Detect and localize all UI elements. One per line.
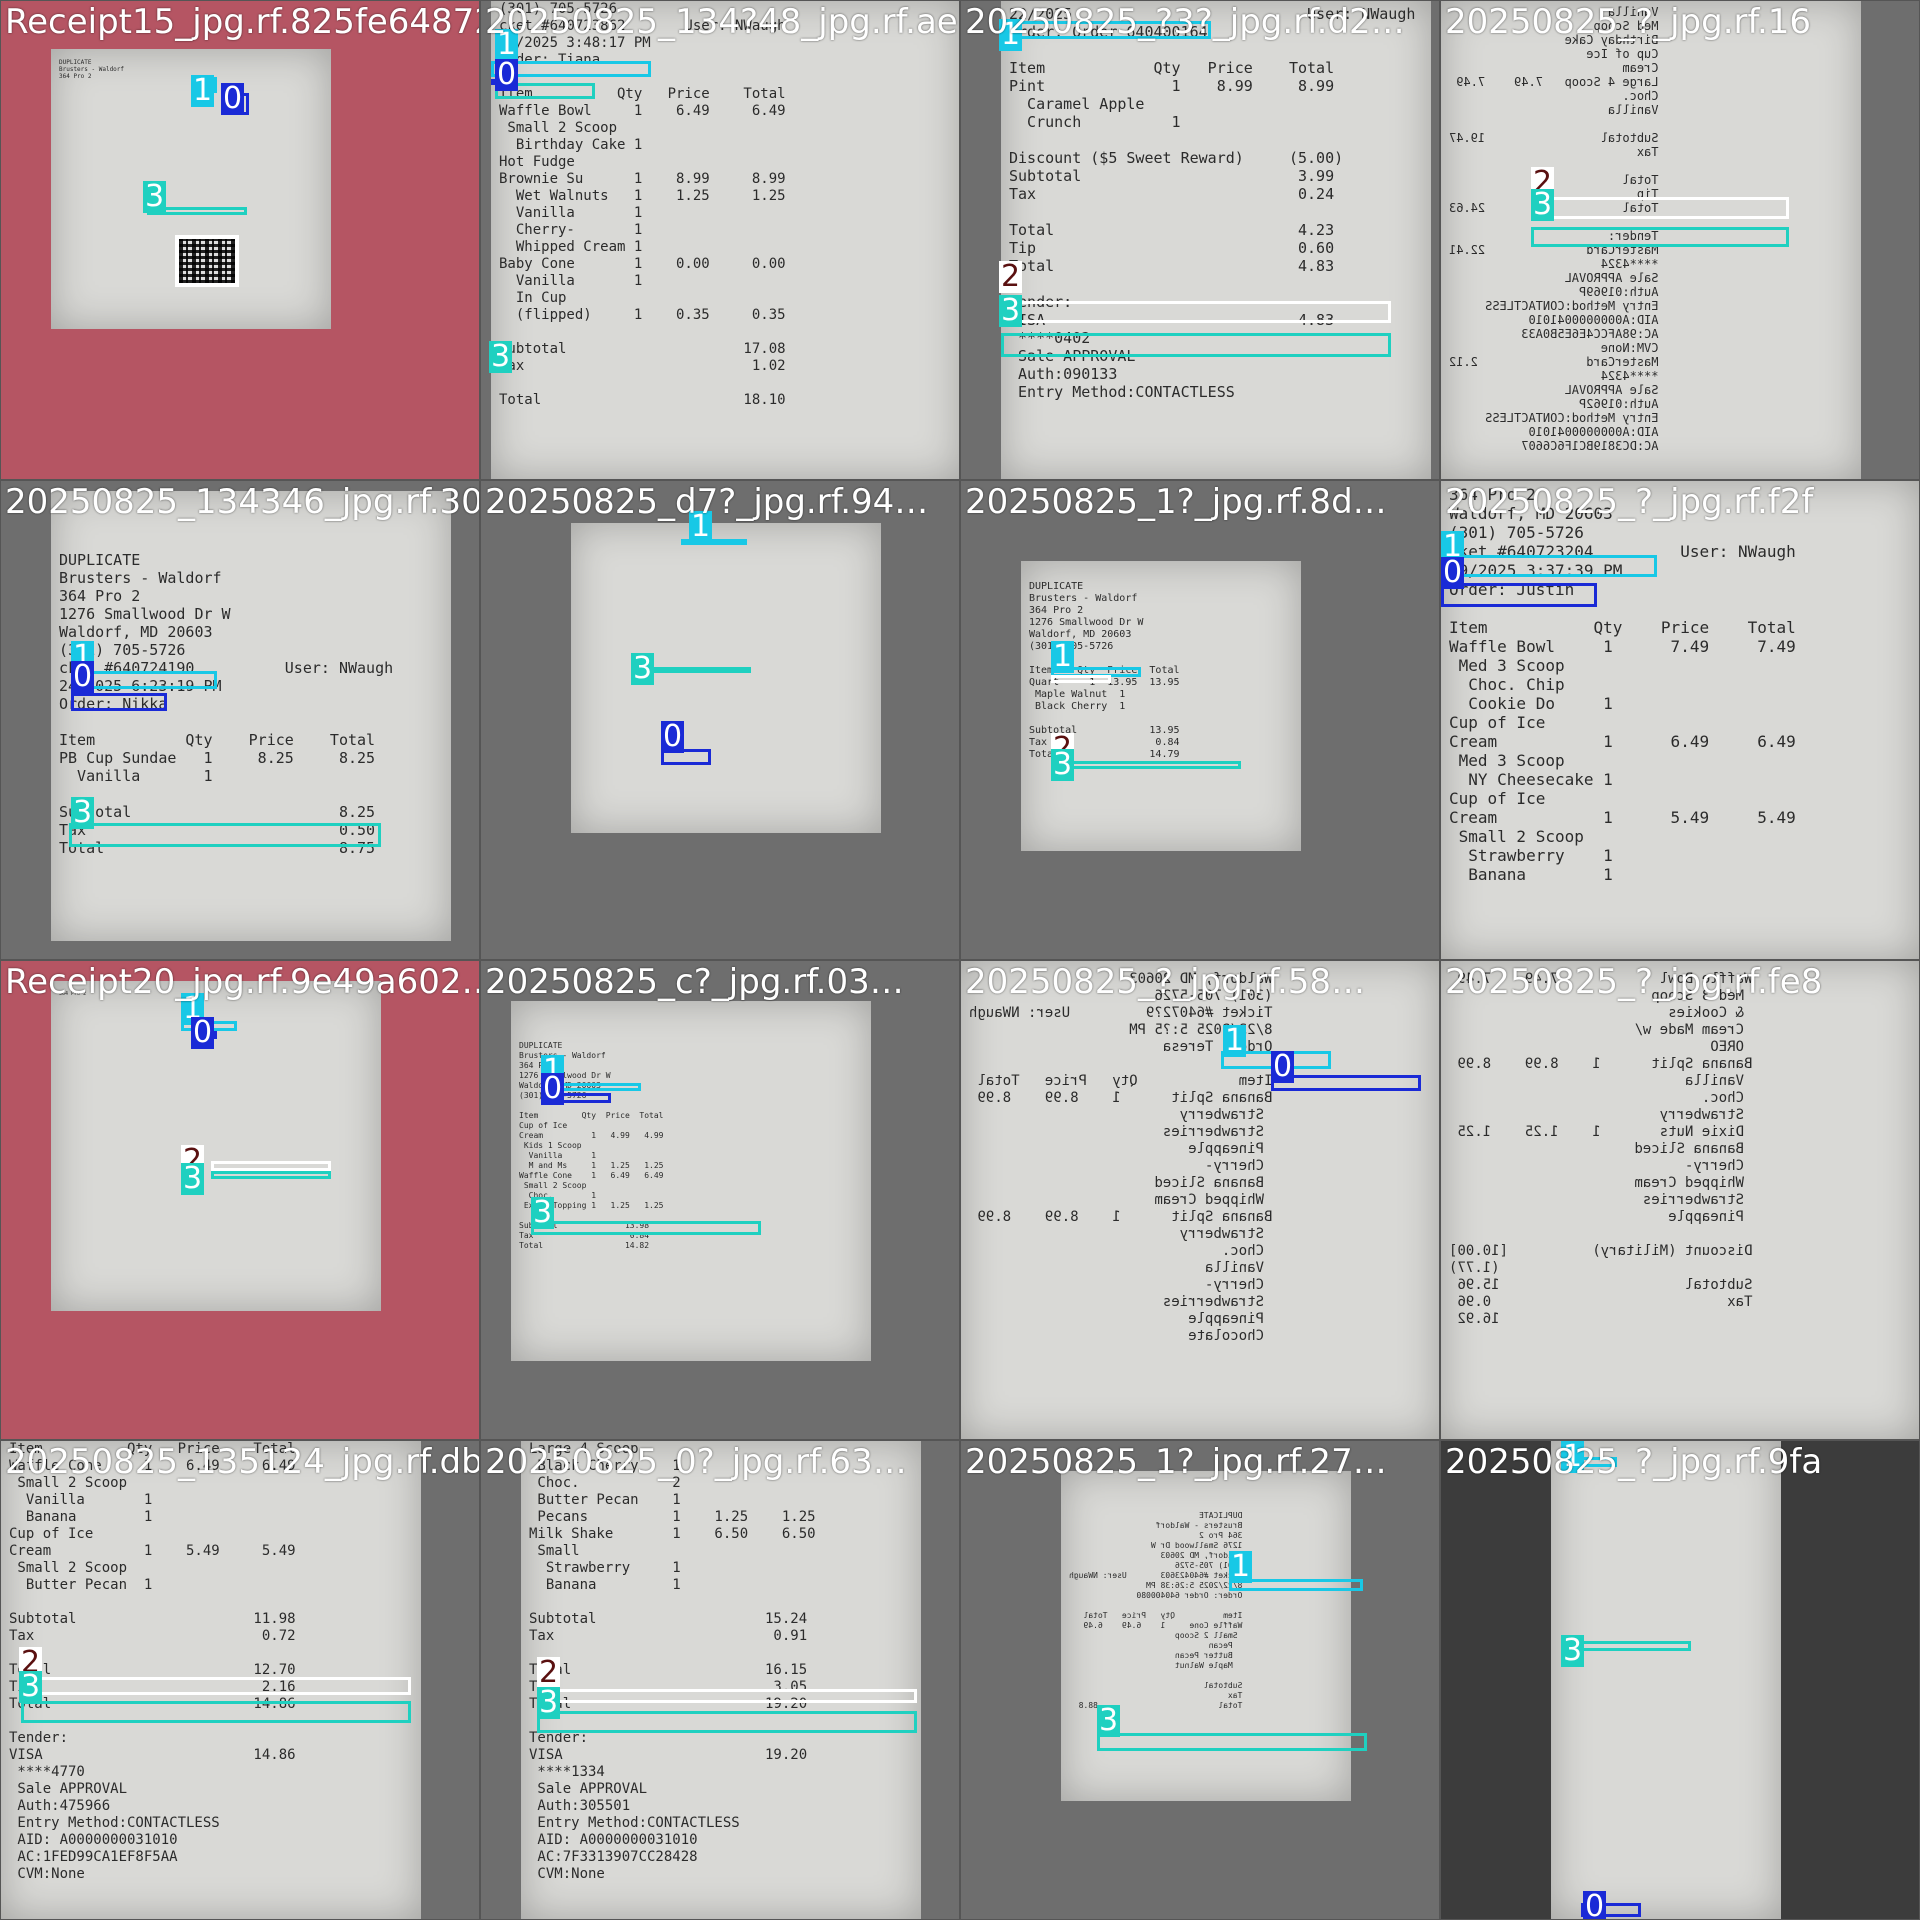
receipt-image: Waffle Bowl 7.49 7.49 Med 3 Scoop & Cook…	[1441, 961, 1919, 1439]
bbox-label: 1	[1229, 1549, 1253, 1584]
mosaic-tile: Waldorf, MD 20603 (301) 705-5726 Ticket …	[960, 960, 1440, 1440]
mosaic-tile: DUPLICATE Brusters - Waldorf 364 Pro 2 1…	[960, 480, 1440, 960]
bbox-class-2	[21, 1677, 411, 1695]
bbox-class-3	[531, 1221, 761, 1235]
bbox-label: 3	[19, 1669, 43, 1704]
receipt-text: DUPLICATE Brusters - Waldorf 364 Pro 2	[59, 59, 125, 80]
bbox-class-3	[1531, 227, 1789, 247]
mosaic-tile: Item Qty Price Total Waffle Cone 1 6.49 …	[0, 1440, 480, 1920]
bbox-label: 3	[1097, 1703, 1121, 1738]
receipt-image: DUPLICATE Brusters - Waldorf 364 Pro 2 1…	[51, 491, 451, 941]
receipt-image: DUPLICATE Brusters - Waldorf 364 Pro 2 1…	[511, 1001, 871, 1361]
tile-filename: 20250825_c?_jpg.rf.03…	[485, 962, 904, 1002]
bbox-label: 3	[999, 293, 1023, 328]
tile-filename: 20250825_?_jpg.rf.fe8	[1445, 962, 1823, 1002]
tile-filename: Receipt15_jpg.rf.825fe64872…	[5, 2, 480, 42]
tile-filename: Receipt20_jpg.rf.9e49a602…	[5, 962, 480, 1002]
bbox-class-3	[537, 1711, 917, 1733]
mosaic-tile: DUPLICATE Brusters - Waldorf 364 Pro 2 1…	[0, 480, 480, 960]
bbox-label: 3	[1561, 1633, 1585, 1668]
bbox-class-0	[71, 693, 167, 711]
receipt-text: Waffle Bowl 7.49 7.49 Med 3 Scoop & Cook…	[1449, 971, 1753, 1327]
tile-filename: 20250825_134346_jpg.rf.30…	[5, 482, 480, 522]
bbox-label: 1	[1051, 639, 1075, 674]
bbox-label: 0	[1441, 555, 1465, 590]
receipt-image: DUPLICATE Brusters - Waldorf 364 Pro 2 1…	[1061, 1471, 1351, 1801]
tile-filename: 20250825_1?_jpg.rf.27…	[965, 1442, 1387, 1482]
tile-filename: 20250825_?_jpg.rf.9fa	[1445, 1442, 1823, 1482]
bbox-class-2	[1051, 675, 1111, 683]
bbox-class-2	[1531, 197, 1789, 219]
bbox-class-3	[1097, 1733, 1367, 1751]
bbox-label: 0	[661, 719, 685, 754]
bbox-class-2	[1001, 301, 1391, 323]
bbox-class-3	[1051, 761, 1241, 769]
bbox-label: 3	[537, 1685, 561, 1720]
receipt-image	[571, 523, 881, 833]
mosaic-tile: 364 Pro 2 Waldorf, MD 20603 (301) 705-57…	[1440, 480, 1920, 960]
mosaic-tile: DUPLICATE Brusters - Waldorf 364 Pro 2 10…	[0, 0, 480, 480]
bbox-class-2	[211, 1161, 331, 1171]
bbox-label: 1	[191, 73, 215, 108]
receipt-text: DUPLICATE Brusters - Waldorf 364 Pro 2 1…	[1069, 1511, 1243, 1710]
receipt-image: Waldorf, MD 20603 (301) 705-5726 Ticket …	[961, 961, 1439, 1439]
tile-filename: 20250825_?_jpg.rf.58…	[965, 962, 1366, 1002]
bbox-class-3	[1001, 333, 1391, 357]
bbox-class-0	[1441, 583, 1597, 607]
bbox-label: 3	[1531, 187, 1555, 222]
tile-filename: 20250825_134?48_jpg.rf.ae…	[485, 2, 960, 42]
mosaic-tile: 364 Pro 2 1 0 2 3 Receipt20_jpg.rf.9e49a602…	[0, 960, 480, 1440]
receipt-image: Large 4 Scoop Black Cherry 1 Choc. 2 But…	[521, 1441, 921, 1919]
bbox-label: 0	[1271, 1049, 1295, 1084]
bbox-label: 3	[489, 339, 513, 374]
bbox-label: 0	[71, 659, 95, 694]
tile-filename: 20250825_?_jpg.rf.16	[1445, 2, 1812, 42]
mosaic-tile: 1 3 0 20250825_d7?_jpg.rf.94…	[480, 480, 960, 960]
mosaic-tile: (301) 705-5726 cket #640723862 User: NWa…	[480, 0, 960, 480]
bbox-label: 3	[143, 179, 167, 214]
mosaic-tile: Large 4 Scoop Black Cherry 1 Choc. 2 But…	[480, 1440, 960, 1920]
receipt-text: Item Qty Price Total Waffle Cone 1 6.49 …	[9, 1441, 296, 1882]
bbox-label: 3	[531, 1195, 555, 1230]
detection-mosaic: DUPLICATE Brusters - Waldorf 364 Pro 210…	[0, 0, 1920, 1920]
mosaic-tile: 1 3 0 20250825_?_jpg.rf.9fa	[1440, 1440, 1920, 1920]
mosaic-tile: Vanilla Med Scoop Birthday Cake Cup of I…	[1440, 0, 1920, 480]
receipt-image: 364 Pro 2 Waldorf, MD 20603 (301) 705-57…	[1441, 481, 1919, 959]
tile-filename: 20250825_d7?_jpg.rf.94…	[485, 482, 929, 522]
receipt-text: Large 4 Scoop Black Cherry 1 Choc. 2 But…	[529, 1441, 816, 1882]
bbox-label: 0	[1583, 1891, 1607, 1919]
bbox-label: 0	[495, 57, 519, 92]
bbox-label: 2	[999, 259, 1023, 294]
receipt-image: DUPLICATE Brusters - Waldorf 364 Pro 2 1…	[1021, 561, 1301, 851]
bbox-class-1	[1441, 555, 1657, 577]
bbox-label: 1	[1223, 1023, 1247, 1058]
bbox-class-3	[21, 1701, 411, 1723]
bbox-label: 3	[71, 795, 95, 830]
mosaic-tile: DUPLICATE Brusters - Waldorf 364 Pro 2 1…	[480, 960, 960, 1440]
bbox-label: 3	[631, 651, 655, 686]
mosaic-tile: DUPLICATE Brusters - Waldorf 364 Pro 2 1…	[960, 1440, 1440, 1920]
tile-filename: 20250825_?3?_jpg.rf.d2…	[965, 2, 1405, 42]
bbox-label: 3	[1051, 747, 1075, 782]
receipt-image	[1551, 1441, 1781, 1919]
tile-filename: 20250825_1?_jpg.rf.8d…	[965, 482, 1387, 522]
bbox-label: 0	[541, 1071, 565, 1106]
bbox-label: 0	[221, 81, 245, 116]
bbox-class-3	[211, 1171, 331, 1179]
tile-filename: 20250825_0?_jpg.rf.63…	[485, 1442, 907, 1482]
bbox-label: 0	[191, 1015, 215, 1050]
mosaic-tile: 22/2025 User: NWaugh Order: Order 640400…	[960, 0, 1440, 480]
tile-filename: 20250825_135124_jpg.rf.db…	[5, 1442, 480, 1482]
receipt-image: 22/2025 User: NWaugh Order: Order 640400…	[1001, 1, 1431, 479]
tile-filename: 20250825_?_jpg.rf.f2f	[1445, 482, 1814, 522]
bbox-class-2	[537, 1689, 917, 1703]
mosaic-tile: Waffle Bowl 7.49 7.49 Med 3 Scoop & Cook…	[1440, 960, 1920, 1440]
bbox-label: 3	[181, 1161, 205, 1196]
bbox-class-3	[69, 823, 381, 847]
qr-code	[175, 235, 239, 287]
receipt-text: 364 Pro 2 Waldorf, MD 20603 (301) 705-57…	[1449, 485, 1796, 884]
